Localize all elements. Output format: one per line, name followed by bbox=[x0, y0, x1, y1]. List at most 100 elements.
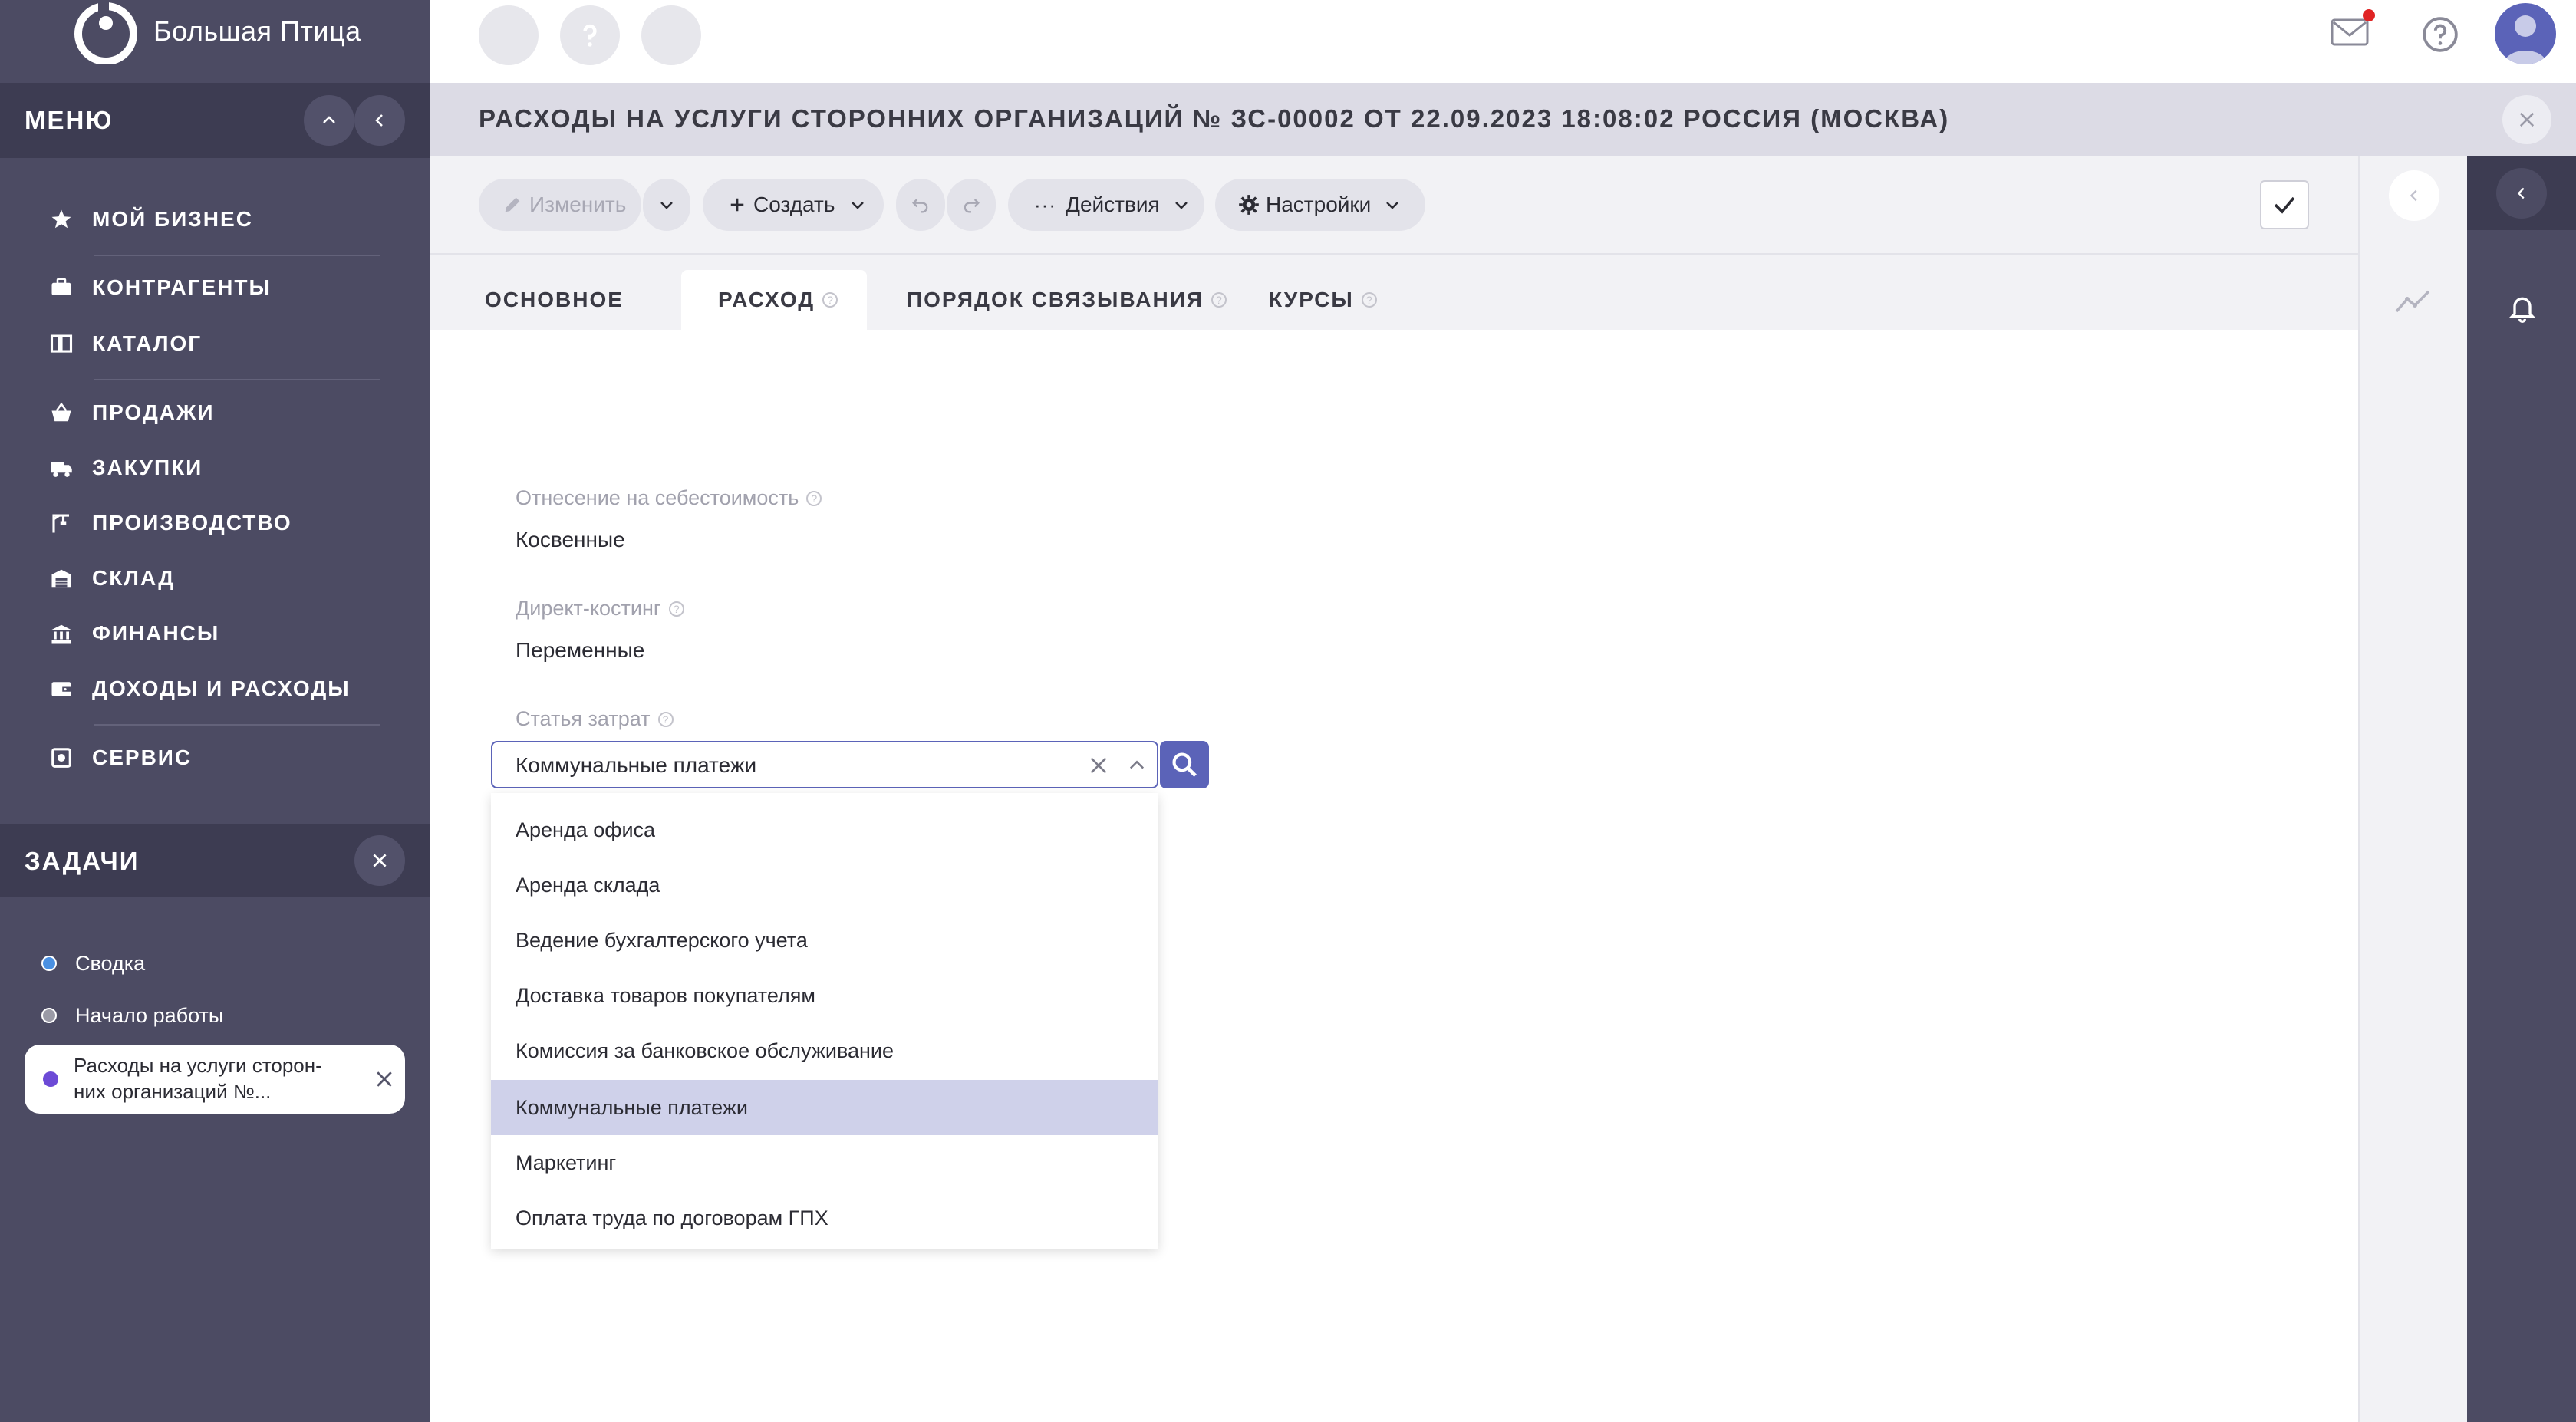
analytics-button[interactable] bbox=[2395, 287, 2432, 318]
tasks-title: ЗАДАЧИ bbox=[25, 847, 140, 875]
sidebar-item-production[interactable]: ПРОИЗВОДСТВО bbox=[48, 502, 292, 545]
page-title: РАСХОДЫ НА УСЛУГИ СТОРОННИХ ОРГАНИЗАЦИЙ … bbox=[479, 104, 1950, 133]
sidebar-divider bbox=[94, 379, 380, 380]
top-placeholder-button[interactable] bbox=[641, 5, 701, 65]
truck-icon bbox=[48, 454, 75, 482]
brand-name: Большая Птица bbox=[153, 15, 361, 47]
sidebar-item-catalog[interactable]: КАТАЛОГ bbox=[48, 322, 202, 365]
dropdown-option[interactable]: Доставка товаров покупателям bbox=[491, 968, 1158, 1023]
expense-item-label: Статья затрат ? bbox=[516, 707, 674, 731]
collapse-tools-button[interactable] bbox=[2389, 170, 2439, 221]
expand-notifications-button[interactable] bbox=[2496, 168, 2547, 219]
dropdown-option[interactable]: Ведение бухгалтерского учета bbox=[491, 913, 1158, 968]
collapse-sidebar-button[interactable] bbox=[354, 95, 405, 146]
sidebar-item-purchases[interactable]: ЗАКУПКИ bbox=[48, 446, 203, 489]
settings-button-label: Настройки bbox=[1266, 193, 1372, 216]
mail-button[interactable] bbox=[2331, 9, 2375, 54]
task-label: Начало работы bbox=[75, 1003, 224, 1027]
tab-label: ОСНОВНОЕ bbox=[485, 288, 624, 311]
task-label: Сводка bbox=[75, 951, 146, 975]
trend-icon bbox=[2395, 290, 2430, 313]
cost-attribution-label: Отнесение на себестоимость ? bbox=[516, 486, 822, 510]
expense-item-input[interactable] bbox=[516, 753, 1052, 778]
help-icon: ? bbox=[657, 711, 674, 727]
basket-icon bbox=[48, 399, 75, 426]
pencil-icon bbox=[505, 197, 520, 212]
avatar[interactable] bbox=[2495, 3, 2556, 64]
chevron-down-icon bbox=[852, 202, 865, 209]
close-document-button[interactable] bbox=[2502, 95, 2551, 144]
create-button[interactable]: Создать bbox=[703, 179, 884, 231]
task-status-dot bbox=[41, 1008, 57, 1023]
create-button-label: Создать bbox=[753, 193, 835, 216]
save-confirm-button[interactable] bbox=[2260, 180, 2309, 229]
tab-rates[interactable]: КУРСЫ ? bbox=[1269, 270, 1377, 330]
sidebar-item-counterparties[interactable]: КОНТРАГЕНТЫ bbox=[48, 266, 272, 309]
notifications-panel bbox=[2467, 156, 2576, 1422]
sidebar-item-label: СКЛАД bbox=[92, 566, 176, 590]
wallet-icon bbox=[48, 675, 75, 703]
chevron-left-icon bbox=[2517, 187, 2525, 199]
tab-binding-order[interactable]: ПОРЯДОК СВЯЗЫВАНИЯ ? bbox=[907, 270, 1227, 330]
chevron-up-icon[interactable] bbox=[1126, 755, 1148, 776]
task-item-getting-started[interactable]: Начало работы bbox=[41, 1000, 223, 1031]
sidebar-item-label: ФИНАНСЫ bbox=[92, 621, 220, 645]
search-button[interactable] bbox=[1160, 741, 1209, 788]
expense-item-dropdown: Аренда офиса Аренда склада Ведение бухга… bbox=[491, 793, 1158, 1249]
tasks-header: ЗАДАЧИ bbox=[0, 824, 430, 897]
sidebar-item-my-business[interactable]: МОЙ БИЗНЕС bbox=[48, 198, 253, 241]
notification-badge bbox=[2363, 9, 2375, 21]
sidebar-item-sales[interactable]: ПРОДАЖИ bbox=[48, 391, 214, 434]
redo-button[interactable] bbox=[947, 179, 996, 231]
dropdown-option[interactable]: Маркетинг bbox=[491, 1135, 1158, 1190]
collapse-up-button[interactable] bbox=[304, 95, 354, 146]
warehouse-icon bbox=[48, 565, 75, 592]
tab-main[interactable]: ОСНОВНОЕ bbox=[469, 270, 639, 330]
dropdown-option[interactable]: Оплата труда по договорам ГПХ bbox=[491, 1190, 1158, 1246]
task-item-summary[interactable]: Сводка bbox=[41, 948, 145, 979]
tab-expense[interactable]: РАСХОД ? bbox=[681, 270, 867, 330]
help-button[interactable] bbox=[2421, 15, 2459, 58]
sidebar-item-income-expenses[interactable]: ДОХОДЫ И РАСХОДЫ bbox=[48, 667, 351, 710]
sidebar-item-label: КОНТРАГЕНТЫ bbox=[92, 275, 272, 299]
notifications-button[interactable] bbox=[2507, 291, 2538, 328]
cost-attribution-value: Косвенные bbox=[516, 528, 625, 551]
actions-button[interactable]: ··· Действия bbox=[1008, 179, 1204, 231]
checkmark-icon bbox=[2274, 196, 2295, 214]
top-placeholder-button[interactable] bbox=[479, 5, 539, 65]
dropdown-option-selected[interactable]: Коммунальные платежи bbox=[491, 1080, 1158, 1135]
dropdown-option[interactable]: Аренда офиса bbox=[491, 802, 1158, 857]
chevron-left-icon bbox=[375, 114, 383, 127]
help-icon bbox=[583, 24, 597, 47]
actions-button-label: Действия bbox=[1065, 193, 1160, 216]
sidebar-item-label: ПРОИЗВОДСТВО bbox=[92, 511, 292, 535]
expense-item-label-text: Статья затрат bbox=[516, 707, 651, 730]
sidebar-item-label: СЕРВИС bbox=[92, 746, 193, 769]
settings-button[interactable]: Настройки bbox=[1215, 179, 1425, 231]
chevron-down-icon bbox=[1174, 202, 1188, 209]
task-item-active[interactable]: Расходы на услуги сторон-них организаций… bbox=[25, 1045, 405, 1114]
sidebar-item-service[interactable]: СЕРВИС bbox=[48, 736, 192, 779]
expense-item-combobox[interactable] bbox=[491, 741, 1158, 788]
sidebar-item-warehouse[interactable]: СКЛАД bbox=[48, 557, 175, 600]
book-icon bbox=[48, 330, 75, 357]
clear-icon[interactable] bbox=[1086, 753, 1111, 778]
close-tasks-button[interactable] bbox=[354, 835, 405, 886]
close-task-icon[interactable] bbox=[373, 1068, 396, 1091]
sidebar-item-label: МОЙ БИЗНЕС bbox=[92, 207, 253, 231]
direct-costing-label: Директ-костинг ? bbox=[516, 597, 684, 620]
dropdown-option[interactable]: Комиссия за банковское обслуживание bbox=[491, 1023, 1158, 1078]
sidebar-divider bbox=[94, 255, 380, 256]
dropdown-option[interactable]: Аренда склада bbox=[491, 857, 1158, 913]
close-icon bbox=[373, 854, 387, 867]
sidebar-item-label: КАТАЛОГ bbox=[92, 331, 203, 355]
edit-dropdown-button[interactable] bbox=[643, 179, 690, 231]
help-top-button[interactable] bbox=[560, 5, 620, 65]
task-status-dot bbox=[43, 1071, 58, 1087]
sidebar-divider bbox=[94, 724, 380, 726]
logo-icon[interactable] bbox=[71, 0, 141, 64]
toolbar: Изменить Создать ··· Действия Настройки bbox=[430, 156, 2358, 255]
sidebar-item-finance[interactable]: ФИНАНСЫ bbox=[48, 612, 219, 655]
undo-button[interactable] bbox=[896, 179, 945, 231]
edit-button[interactable]: Изменить bbox=[479, 179, 641, 231]
